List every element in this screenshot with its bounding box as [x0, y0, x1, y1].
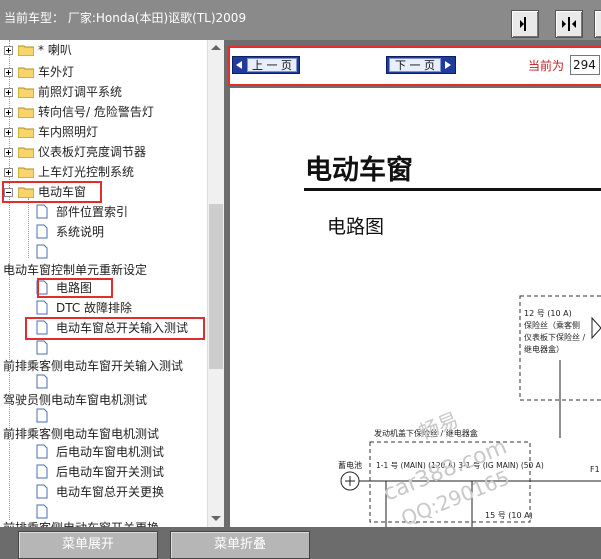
expand-icon[interactable]: [4, 46, 13, 55]
fuse1-line4: 继电器盒）: [524, 344, 564, 354]
scroll-up-icon[interactable]: [211, 45, 221, 50]
title-rule: [304, 188, 601, 191]
expand-icon[interactable]: [4, 88, 13, 97]
document-icon: [36, 484, 48, 499]
menu-tree: * 喇叭 车外灯 前照灯调平系统 转向信号/ 危险警告灯 车内照明灯 仪表板灯亮…: [0, 40, 224, 527]
expand-icon[interactable]: [4, 168, 13, 177]
folder-icon: [18, 167, 34, 178]
current-model-title: 当前车型： 厂家:Honda(本田)讴歌(TL)2009: [4, 11, 247, 25]
expand-icon[interactable]: [4, 108, 13, 117]
document-icon: [36, 340, 48, 355]
highlight-box: [25, 317, 205, 340]
fuse-symbol: [591, 316, 601, 340]
document-icon: [36, 408, 48, 423]
arrow-right-icon: [445, 61, 451, 69]
expand-icon[interactable]: [4, 68, 13, 77]
document-icon: [36, 464, 48, 479]
folder-icon: [18, 127, 34, 138]
header-bar: 当前车型： 厂家:Honda(本田)讴歌(TL)2009: [0, 0, 601, 40]
folder-icon: [18, 67, 34, 78]
document-subtitle: 电路图: [327, 216, 385, 238]
tree-guide: [28, 198, 29, 258]
document-icon: [36, 444, 48, 459]
folder-icon: [18, 107, 34, 118]
folder-icon: [18, 45, 34, 56]
menu-expand-button[interactable]: 菜单展开: [18, 531, 158, 559]
page-number-input[interactable]: [570, 55, 600, 75]
page-label: 当前为: [528, 59, 565, 73]
expand-icon[interactable]: [4, 128, 13, 137]
document-icon: [36, 224, 48, 239]
document-icon: [36, 300, 48, 315]
document-title: 电动车窗: [305, 155, 413, 186]
split-view-icon: [562, 17, 576, 31]
battery-label: 蓄电池: [338, 460, 362, 470]
scrollbar-thumb[interactable]: [209, 204, 223, 369]
arrow-left-icon: [236, 61, 242, 69]
page-nav-bar: 上 一 页 下 一 页 当前为: [228, 46, 601, 86]
split-view-button[interactable]: [555, 10, 583, 38]
menu-collapse-button[interactable]: 菜单折叠: [170, 531, 310, 559]
scroll-down-icon[interactable]: [211, 516, 221, 521]
document-icon: [36, 374, 48, 389]
highlight-box: [37, 278, 113, 298]
expand-icon[interactable]: [4, 148, 13, 157]
fuse15-label: 15 号 (10 A): [485, 511, 533, 520]
document-icon: [36, 244, 48, 259]
document-icon: [36, 204, 48, 219]
folder-icon: [18, 87, 34, 98]
footer-bar: 菜单展开 菜单折叠: [0, 527, 601, 559]
next-page-button[interactable]: 下 一 页: [386, 56, 456, 74]
extra-toolbar-button[interactable]: [594, 10, 601, 38]
highlight-box: [2, 181, 102, 203]
tree-scrollbar[interactable]: [207, 40, 224, 527]
prev-page-button[interactable]: 上 一 页: [232, 56, 300, 74]
document-pane: 上 一 页 下 一 页 当前为 电动车窗 电路图 12 号 (10 A) 保险丝…: [224, 40, 601, 527]
collapse-left-button[interactable]: [511, 10, 539, 38]
document-icon: [36, 504, 48, 519]
folder-icon: [18, 147, 34, 158]
fuse-f1-label: F1: [590, 465, 600, 474]
fuse1-line3: 仪表板下保险丝 /: [524, 332, 586, 342]
fuse1-line2: 保险丝（乘客侧: [524, 320, 580, 330]
fuse1-line1: 12 号 (10 A): [524, 309, 572, 318]
document-view: 电动车窗 电路图 12 号 (10 A) 保险丝（乘客侧 仪表板下保险丝 / 继…: [230, 88, 601, 527]
collapse-left-icon: [520, 17, 526, 31]
